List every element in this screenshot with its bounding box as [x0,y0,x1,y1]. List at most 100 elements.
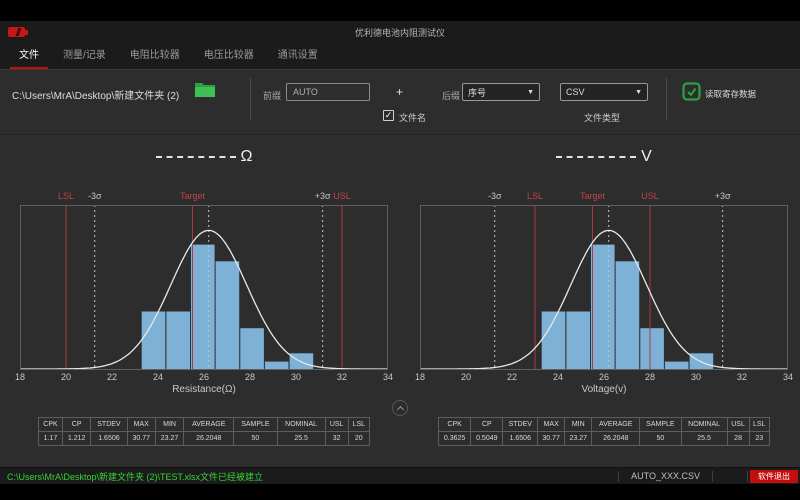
suffix-select[interactable]: 序号 ▼ [462,83,540,101]
stat-header: LSL [749,418,769,432]
voltage-chart-panel: V -3σLSLTargetUSL+3σ 182022242628303234 … [420,135,788,467]
menu-tab-item[interactable]: 测量/记录 [54,41,115,69]
x-tick-label: 26 [199,372,209,382]
stat-header: MAX [538,418,565,432]
x-tick-label: 32 [337,372,347,382]
stat-value: 23.27 [565,432,592,446]
exit-button[interactable]: 软件退出 [750,470,798,483]
marker-label: LSL [527,191,543,201]
filetype-selected-value: CSV [566,87,585,97]
marker-label: Target [580,191,605,201]
stat-header: STDEV [91,418,127,432]
filetype-select[interactable]: CSV ▼ [560,83,648,101]
x-tick-label: 34 [783,372,793,382]
stat-header: STDEV [503,418,538,432]
stat-value: 32 [325,432,348,446]
stat-value: 0.5049 [471,432,503,446]
stat-value: 1.6506 [91,432,127,446]
voltage-axis-label: Voltage(v) [420,384,788,395]
dashed-line [156,156,236,158]
menu-tab-item[interactable]: 电压比较器 [195,41,263,69]
x-tick-label: 22 [507,372,517,382]
stat-value: 30.77 [538,432,565,446]
window-title: 优利德电池内阻测试仪 [0,26,800,39]
resistance-chart-title: Ω [20,148,388,166]
filetype-label: 文件类型 [584,111,620,124]
volt-symbol: V [641,148,652,166]
x-tick-label: 28 [645,372,655,382]
voltage-stats-table: CPKCPSTDEVMAXMINAVERAGESAMPLENOMINALUSLL… [438,417,770,446]
marker-label: USL [641,191,659,201]
status-bar: C:\Users\MrA\Desktop\新建文件夹 (2)\TEST.xlsx… [0,467,800,484]
current-filename: AUTO_XXX.CSV [619,471,712,481]
resistance-stats-table: CPKCPSTDEVMAXMINAVERAGESAMPLENOMINALUSLL… [38,417,370,446]
folder-open-icon[interactable] [194,81,216,103]
menu-tab-active[interactable]: 文件 [10,41,48,69]
stat-header: MAX [127,418,155,432]
x-tick-label: 24 [153,372,163,382]
resistance-histogram-plot [20,205,388,370]
stat-header: CPK [439,418,471,432]
stat-header: SAMPLE [640,418,681,432]
stat-value: 26.2048 [592,432,640,446]
stat-header: SAMPLE [234,418,277,432]
stat-header: AVERAGE [184,418,234,432]
marker-label: LSL [58,191,74,201]
chevron-down-icon: ▼ [635,89,642,96]
x-tick-label: 18 [15,372,25,382]
marker-label: Target [180,191,205,201]
marker-label: USL [333,191,351,201]
charts-area: Ω LSL-3σTarget+3σUSL 182022242628303234 … [0,135,800,467]
read-register-icon [681,81,702,107]
stat-value: 25.5 [277,432,325,446]
stat-value: 1.212 [62,432,90,446]
menu-tab-item[interactable]: 电阻比较器 [121,41,189,69]
menu-tab-item[interactable]: 通讯设置 [269,41,327,69]
stat-header: USL [325,418,348,432]
x-tick-label: 30 [691,372,701,382]
save-path-value: C:\Users\MrA\Desktop\新建文件夹 (2) [12,87,179,102]
filename-checkbox[interactable]: ✓ [383,110,394,121]
marker-label: -3σ [88,191,102,201]
marker-label: -3σ [488,191,502,201]
prefix-input[interactable]: AUTO [286,83,370,101]
stat-header: CPK [39,418,63,432]
divider [747,471,748,482]
stat-value: 0.3625 [439,432,471,446]
resistance-axis-label: Resistance(Ω) [20,384,388,395]
stat-value: 1.17 [39,432,63,446]
x-tick-label: 24 [553,372,563,382]
stat-value: 20 [348,432,369,446]
stat-value: 23.27 [155,432,183,446]
resistance-marker-labels: LSL-3σTarget+3σUSL [20,191,388,203]
ohm-symbol: Ω [241,148,253,166]
suffix-selected-value: 序号 [468,86,486,99]
marker-label: +3σ [715,191,731,201]
x-tick-label: 20 [461,372,471,382]
stat-value: 30.77 [127,432,155,446]
voltage-chart-title: V [420,148,788,166]
app-window: 优利德电池内阻测试仪 文件测量/记录电阻比较器电压比较器通讯设置 C:\User… [0,21,800,483]
stat-header: CP [471,418,503,432]
stat-header: NOMINAL [277,418,325,432]
plus-separator: + [396,85,403,99]
x-tick-label: 30 [291,372,301,382]
toolbar: C:\Users\MrA\Desktop\新建文件夹 (2) 前缀 AUTO +… [0,69,800,135]
collapse-chart-toggle[interactable] [392,400,408,416]
stat-header: MIN [565,418,592,432]
stat-value: 50 [640,432,681,446]
x-tick-label: 32 [737,372,747,382]
title-bar: 优利德电池内阻测试仪 [0,21,800,43]
read-register-button[interactable]: 读取寄存数据 [705,88,756,100]
prefix-label: 前缀 [263,89,281,102]
x-tick-label: 18 [415,372,425,382]
status-message: C:\Users\MrA\Desktop\新建文件夹 (2)\TEST.xlsx… [0,470,618,483]
x-tick-label: 34 [383,372,393,382]
stat-header: NOMINAL [681,418,727,432]
stat-header: AVERAGE [592,418,640,432]
resistance-x-ticks: 182022242628303234 [20,372,388,383]
menu-bar: 文件测量/记录电阻比较器电压比较器通讯设置 [0,43,800,69]
voltage-x-ticks: 182022242628303234 [420,372,788,383]
x-tick-label: 28 [245,372,255,382]
dashed-line [556,156,636,158]
